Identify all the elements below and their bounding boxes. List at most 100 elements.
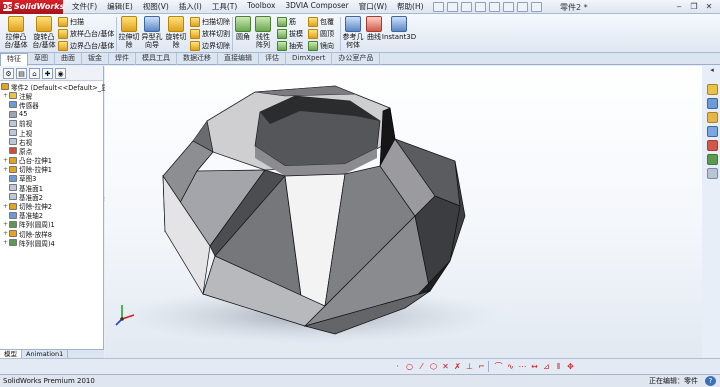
reference-geometry-button[interactable]: 参考几何体 xyxy=(342,16,364,49)
command-tab[interactable]: 模具工具 xyxy=(136,53,177,65)
tree-item[interactable]: + 切除-拉伸1 xyxy=(0,165,103,174)
tree-item[interactable]: 基准面1 xyxy=(0,183,103,193)
dome-button[interactable]: 圆顶 xyxy=(308,29,334,39)
tree-item[interactable]: 上视 xyxy=(0,128,103,138)
configuration-manager-tab-icon[interactable]: ⌂ xyxy=(29,68,40,79)
polygon-icon[interactable]: ⬡ xyxy=(428,361,439,372)
mirror-button[interactable]: 镜向 xyxy=(308,41,334,51)
command-tab[interactable]: 曲面 xyxy=(55,53,82,65)
curves-button[interactable]: 曲线 xyxy=(365,16,383,41)
close-icon[interactable]: ✕ xyxy=(702,1,716,12)
command-tab[interactable]: 特征 xyxy=(0,53,28,66)
revolve-boss-button[interactable]: 旋转凸台/基体 xyxy=(31,16,57,49)
menu-item[interactable]: 窗口(W) xyxy=(354,1,392,12)
feature-manager-tab-icon[interactable]: ⚙ xyxy=(3,68,14,79)
extrude-boss-button[interactable]: 拉伸凸台/基体 xyxy=(2,16,30,49)
linear-pattern-button[interactable]: 线性阵列 xyxy=(253,16,273,49)
fillet-button[interactable]: 圆角 xyxy=(234,16,252,41)
display-manager-tab-icon[interactable]: ◉ xyxy=(55,68,66,79)
view-palette-icon[interactable] xyxy=(706,140,718,151)
centerline-icon[interactable]: ⋯ xyxy=(517,361,528,372)
command-tab[interactable]: 办公室产品 xyxy=(332,53,381,65)
tree-item[interactable]: 传感器 xyxy=(0,100,103,110)
custom-properties-icon[interactable] xyxy=(706,168,718,179)
file-explorer-icon[interactable] xyxy=(706,112,718,123)
circle-icon[interactable]: ○ xyxy=(404,361,415,372)
options-icon[interactable] xyxy=(530,1,542,12)
tree-item[interactable]: 右视 xyxy=(0,137,103,147)
lofted-cut-button[interactable]: 放样切割 xyxy=(190,29,230,39)
help-icon[interactable]: ? xyxy=(705,376,716,386)
wrap-button[interactable]: 包覆 xyxy=(308,17,334,27)
design-library-icon[interactable] xyxy=(706,98,718,109)
minimize-icon[interactable]: ‒ xyxy=(672,1,686,12)
save-icon[interactable] xyxy=(460,1,472,12)
draft-button[interactable]: 拔模 xyxy=(277,29,303,39)
undo-icon[interactable] xyxy=(488,1,500,12)
extrude-cut-button[interactable]: 拉伸切除 xyxy=(118,16,140,49)
solidworks-logo[interactable]: DS SolidWorks xyxy=(0,0,64,14)
loft-button[interactable]: 放样凸台/基体 xyxy=(58,29,114,39)
point-icon[interactable]: · xyxy=(392,361,403,372)
tree-item[interactable]: + 切除-拉伸2 xyxy=(0,201,103,211)
menu-item[interactable]: 插入(I) xyxy=(174,1,207,12)
command-tab[interactable]: 直接编辑 xyxy=(218,53,259,65)
mirror-entities-icon[interactable]: ⫴ xyxy=(553,361,564,372)
revolve-cut-button[interactable]: 旋转切除 xyxy=(164,16,188,49)
expand-toggle-icon[interactable]: + xyxy=(2,203,9,210)
property-manager-tab-icon[interactable]: ▤ xyxy=(16,68,27,79)
command-tab[interactable]: 评估 xyxy=(259,53,286,65)
relations-icon[interactable]: ⊿ xyxy=(541,361,552,372)
restore-icon[interactable]: ❐ xyxy=(687,1,701,12)
dimension-icon[interactable]: ↔ xyxy=(529,361,540,372)
expand-toggle-icon[interactable]: + xyxy=(2,166,9,173)
trim-icon[interactable]: ✕ xyxy=(440,361,451,372)
command-tab[interactable]: 数据迁移 xyxy=(177,53,218,65)
new-document-icon[interactable] xyxy=(432,1,444,12)
command-tab[interactable]: 钣金 xyxy=(82,53,109,65)
corner-rect-icon[interactable]: ⌐ xyxy=(476,361,487,372)
expand-toggle-icon[interactable]: + xyxy=(2,239,9,246)
spline-icon[interactable]: ∿ xyxy=(505,361,516,372)
menu-item[interactable]: 3DVIA Composer xyxy=(280,1,353,12)
tree-item[interactable]: 45 xyxy=(0,110,103,119)
menu-item[interactable]: 编辑(E) xyxy=(102,1,138,12)
tree-item[interactable]: + 阵列(圆周)4 xyxy=(0,238,103,248)
dimxpert-manager-tab-icon[interactable]: ✚ xyxy=(42,68,53,79)
boundary-boss-button[interactable]: 边界凸台/基体 xyxy=(58,41,114,51)
rebuild-icon[interactable] xyxy=(516,1,528,12)
hole-wizard-button[interactable]: 异型孔向导 xyxy=(141,16,163,49)
shell-button[interactable]: 抽壳 xyxy=(277,41,303,51)
offset-icon[interactable]: ⊥ xyxy=(464,361,475,372)
open-icon[interactable] xyxy=(446,1,458,12)
print-icon[interactable] xyxy=(474,1,486,12)
bottom-tab[interactable]: 模型 xyxy=(0,350,22,358)
tree-item[interactable]: 前视 xyxy=(0,119,103,128)
swept-cut-button[interactable]: 扫描切除 xyxy=(190,17,230,27)
instant3d-button[interactable]: Instant3D xyxy=(382,16,416,41)
search-icon[interactable] xyxy=(706,126,718,137)
convert-entities-icon[interactable]: ✗ xyxy=(452,361,463,372)
task-pane-collapse[interactable]: ◂ xyxy=(704,66,720,78)
line-icon[interactable]: ⁄ xyxy=(416,361,427,372)
menu-item[interactable]: 工具(T) xyxy=(207,1,242,12)
tree-item[interactable]: 草图3 xyxy=(0,174,103,183)
bottom-tab[interactable]: Animation1 xyxy=(22,350,69,358)
boundary-cut-button[interactable]: 边界切除 xyxy=(190,41,230,51)
appearances-icon[interactable] xyxy=(706,154,718,165)
sketch-fillet-icon[interactable]: ⌒ xyxy=(493,361,504,372)
menu-item[interactable]: Toolbox xyxy=(242,1,280,12)
expand-toggle-icon[interactable]: + xyxy=(2,230,9,237)
expand-toggle-icon[interactable]: + xyxy=(2,92,9,99)
command-tab[interactable]: 焊件 xyxy=(109,53,136,65)
sweep-button[interactable]: 扫描 xyxy=(58,17,84,27)
expand-toggle-icon[interactable]: + xyxy=(2,157,9,164)
menu-item[interactable]: 文件(F) xyxy=(67,1,102,12)
resources-icon[interactable] xyxy=(706,84,718,95)
select-icon[interactable] xyxy=(502,1,514,12)
menu-item[interactable]: 视图(V) xyxy=(138,1,174,12)
command-tab[interactable]: 草图 xyxy=(28,53,55,65)
tree-item[interactable]: + 注解 xyxy=(0,91,103,101)
move-icon[interactable]: ✥ xyxy=(565,361,576,372)
command-tab[interactable]: DimXpert xyxy=(286,53,333,65)
